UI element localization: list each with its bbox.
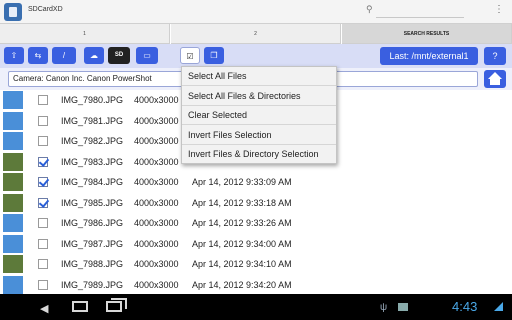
- file-thumbnail: [3, 234, 23, 253]
- tab-bar: 1 2 SEARCH RESULTS: [0, 24, 512, 44]
- file-date: Apr 14, 2012 9:33:26 AM: [192, 218, 292, 228]
- file-name: IMG_7983.JPG: [61, 156, 124, 167]
- file-thumbnail: [3, 255, 23, 273]
- file-dimensions: 4000x3000: [134, 136, 179, 146]
- sd-card-icon: SD: [114, 52, 124, 58]
- file-name: IMG_7986.JPG: [61, 218, 124, 228]
- file-thumbnail: [3, 214, 23, 232]
- overflow-menu-icon[interactable]: ⋮: [494, 4, 504, 15]
- file-date: Apr 14, 2012 9:34:00 AM: [192, 238, 292, 249]
- menu-item-clear-selected[interactable]: Clear Selected: [182, 106, 336, 125]
- file-checkbox[interactable]: [38, 279, 48, 290]
- file-checkbox[interactable]: [38, 177, 48, 187]
- file-row[interactable]: IMG_7989.JPG 4000x3000 Apr 14, 2012 9:34:2…: [0, 275, 512, 295]
- file-date: Apr 14, 2012 9:34:10 AM: [192, 259, 292, 269]
- gallery-icon: [398, 303, 408, 311]
- toolbar: Last: /mnt/external1 ? ⇧ ⇆ / ☁ SD ▭ ☑ ❐: [0, 44, 512, 68]
- go-up-arrow-icon: ⇧: [10, 51, 18, 60]
- swap-button[interactable]: ⇆: [28, 47, 48, 64]
- file-row[interactable]: IMG_7985.JPG 4000x3000 Apr 14, 2012 9:33:1…: [0, 193, 512, 214]
- tab-1[interactable]: 1: [0, 24, 170, 44]
- copy-icon: ❐: [210, 51, 218, 60]
- network-icon: ☁: [90, 51, 98, 60]
- menu-item-select-all-files[interactable]: Select All Files: [182, 67, 336, 86]
- file-dimensions: 4000x3000: [134, 238, 179, 249]
- go-up-button[interactable]: ⇧: [4, 47, 24, 64]
- file-dimensions: 4000x3000: [134, 279, 179, 290]
- file-dimensions: 4000x3000: [134, 218, 179, 228]
- file-row[interactable]: IMG_7984.JPG 4000x3000 Apr 14, 2012 9:33:0…: [0, 172, 512, 193]
- system-nav-bar: ◀ ψ 4:43: [0, 294, 512, 320]
- network-button[interactable]: ☁: [84, 47, 104, 64]
- nav-home-icon[interactable]: [72, 301, 88, 312]
- file-checkbox[interactable]: [38, 136, 48, 146]
- file-checkbox[interactable]: [38, 238, 48, 249]
- file-name: IMG_7981.JPG: [61, 115, 124, 126]
- action-bar: SDCardXD ⚲ ⋮: [0, 0, 512, 24]
- file-name: IMG_7980.JPG: [61, 95, 124, 105]
- file-dimensions: 4000x3000: [134, 156, 179, 167]
- file-thumbnail: [3, 91, 23, 109]
- file-date: Apr 14, 2012 9:33:09 AM: [192, 177, 292, 187]
- file-name: IMG_7988.JPG: [61, 259, 124, 269]
- file-dimensions: 4000x3000: [134, 95, 179, 105]
- search-input[interactable]: [376, 17, 464, 18]
- file-dimensions: 4000x3000: [134, 197, 179, 208]
- checkbox-icon: ☑: [186, 52, 194, 61]
- file-dimensions: 4000x3000: [134, 259, 179, 269]
- usb-icon: ψ: [380, 302, 388, 313]
- select-button[interactable]: ☑: [180, 47, 200, 64]
- file-checkbox[interactable]: [38, 259, 48, 269]
- file-row[interactable]: IMG_7988.JPG 4000x3000 Apr 14, 2012 9:34:1…: [0, 254, 512, 275]
- file-thumbnail: [3, 173, 23, 191]
- root-button[interactable]: /: [52, 47, 76, 64]
- file-dimensions: 4000x3000: [134, 177, 179, 187]
- file-date: Apr 14, 2012 9:33:18 AM: [192, 197, 292, 208]
- file-checkbox[interactable]: [38, 115, 48, 126]
- copy-button[interactable]: ❐: [204, 47, 224, 64]
- file-name: IMG_7982.JPG: [61, 136, 124, 146]
- menu-item-invert-files-selection[interactable]: Invert Files Selection: [182, 126, 336, 145]
- last-location-button[interactable]: Last: /mnt/external1: [380, 47, 478, 65]
- sd-button[interactable]: SD: [108, 47, 130, 64]
- file-date: Apr 14, 2012 9:34:20 AM: [192, 279, 292, 290]
- tab-2[interactable]: 2: [171, 24, 341, 44]
- file-row[interactable]: IMG_7986.JPG 4000x3000 Apr 14, 2012 9:33:2…: [0, 213, 512, 234]
- swap-icon: ⇆: [34, 51, 42, 60]
- slash-icon: /: [62, 51, 66, 60]
- back-icon[interactable]: ◀: [40, 302, 48, 315]
- file-thumbnail: [3, 193, 23, 212]
- tab-search-results[interactable]: SEARCH RESULTS: [342, 24, 512, 44]
- file-checkbox[interactable]: [38, 218, 48, 228]
- app-title: SDCardXD: [28, 6, 63, 13]
- selection-menu: Select All Files Select All Files & Dire…: [181, 66, 337, 164]
- file-checkbox[interactable]: [38, 95, 48, 105]
- file-thumbnail: [3, 275, 23, 294]
- file-row[interactable]: IMG_7987.JPG 4000x3000 Apr 14, 2012 9:34:0…: [0, 234, 512, 255]
- file-dimensions: 4000x3000: [134, 115, 179, 126]
- help-button[interactable]: ?: [484, 47, 506, 65]
- clock: 4:43: [452, 299, 478, 314]
- file-thumbnail: [3, 152, 23, 171]
- home-button[interactable]: [484, 70, 506, 88]
- signal-icon: [494, 302, 503, 311]
- card-reader-icon: ▭: [143, 51, 151, 60]
- file-checkbox[interactable]: [38, 197, 48, 208]
- menu-item-invert-files-directory-selection[interactable]: Invert Files & Directory Selection: [182, 145, 336, 164]
- file-thumbnail: [3, 132, 23, 150]
- menu-item-select-all-files-directories[interactable]: Select All Files & Directories: [182, 87, 336, 106]
- file-thumbnail: [3, 111, 23, 130]
- file-name: IMG_7984.JPG: [61, 177, 124, 187]
- recent-apps-icon[interactable]: [106, 298, 127, 312]
- file-name: IMG_7989.JPG: [61, 279, 124, 290]
- sd-card-app-icon: [4, 3, 22, 21]
- file-checkbox[interactable]: [38, 156, 48, 167]
- app-window: SDCardXD ⚲ ⋮ 1 2 SEARCH RESULTS Last: /m…: [0, 0, 512, 320]
- file-name: IMG_7985.JPG: [61, 197, 124, 208]
- search-icon[interactable]: ⚲: [366, 4, 373, 15]
- card-reader-button[interactable]: ▭: [136, 47, 158, 64]
- file-name: IMG_7987.JPG: [61, 238, 124, 249]
